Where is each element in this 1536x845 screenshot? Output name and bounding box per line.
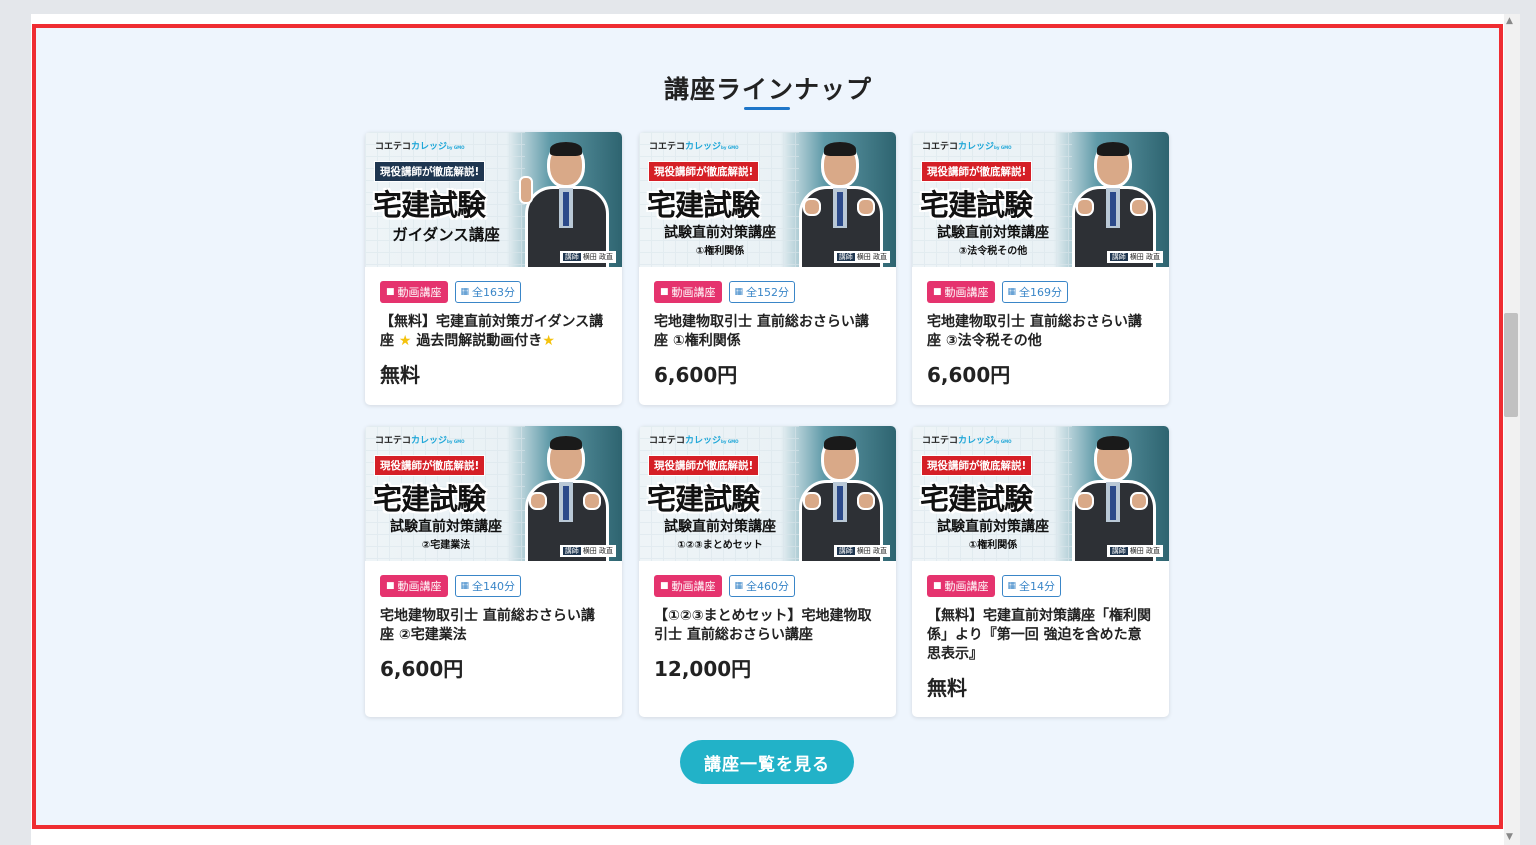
thumbnail-tagline: 現役講師が徹底解説! — [921, 161, 1033, 182]
course-title[interactable]: 【無料】宅建直前対策ガイダンス講座 ★ 過去問解説動画付き★ — [380, 313, 607, 351]
video-course-badge: ■ 動画講座 — [927, 281, 995, 303]
calendar-icon: ▦ — [460, 581, 470, 591]
instructor-photo — [517, 426, 622, 561]
scroll-up-arrow-icon[interactable]: ▲ — [1506, 16, 1513, 26]
thumbnail-main-title: 宅建試験 — [373, 188, 486, 222]
course-card[interactable]: コエテコカレッジby GMO 現役講師が徹底解説! 宅建試験 試験直前対策講座 … — [639, 426, 896, 717]
instructor-caption: 講師 横田 政直 — [833, 545, 890, 557]
thumbnail-tagline: 現役講師が徹底解説! — [648, 161, 760, 182]
course-price: 6,600円 — [927, 363, 1011, 387]
brand-logo: コエテコカレッジby GMO — [375, 142, 465, 152]
course-card[interactable]: コエテコカレッジby GMO 現役講師が徹底解説! 宅建試験 ガイダンス講座 講… — [365, 132, 622, 405]
thumbnail-subtitle: 試験直前対策講座 — [664, 225, 776, 241]
instructor-photo — [1064, 426, 1169, 561]
course-card[interactable]: コエテコカレッジby GMO 現役講師が徹底解説! 宅建試験 試験直前対策講座 … — [912, 426, 1169, 717]
course-price: 12,000円 — [654, 657, 752, 681]
course-card[interactable]: コエテコカレッジby GMO 現役講師が徹底解説! 宅建試験 試験直前対策講座 … — [912, 132, 1169, 405]
thumbnail-tagline: 現役講師が徹底解説! — [374, 455, 486, 476]
thumbnail-subtitle: ガイダンス講座 — [392, 226, 500, 244]
brand-logo: コエテコカレッジby GMO — [649, 436, 739, 446]
video-camera-icon: ■ — [933, 581, 942, 591]
video-course-badge: ■ 動画講座 — [380, 281, 448, 303]
video-camera-icon: ■ — [386, 287, 395, 297]
course-title[interactable]: 【①②③まとめセット】宅地建物取引士 直前総おさらい講座 — [654, 607, 881, 645]
video-course-badge: ■ 動画講座 — [380, 575, 448, 597]
instructor-photo — [517, 132, 622, 267]
video-camera-icon: ■ — [386, 581, 395, 591]
thumbnail-subtitle-2: ①②③まとめセット — [677, 540, 763, 551]
instructor-caption: 講師 横田 政直 — [559, 251, 616, 263]
instructor-caption: 講師 横田 政直 — [559, 545, 616, 557]
thumbnail-subtitle-2: ③法令税その他 — [958, 246, 1028, 257]
course-title[interactable]: 宅地建物取引士 直前総おさらい講座 ①権利関係 — [654, 313, 881, 351]
star-icon: ★ — [398, 333, 412, 349]
thumbnail-main-title: 宅建試験 — [647, 482, 760, 516]
course-thumbnail[interactable]: コエテコカレッジby GMO 現役講師が徹底解説! 宅建試験 試験直前対策講座 … — [639, 132, 896, 267]
brand-logo: コエテコカレッジby GMO — [922, 436, 1012, 446]
thumbnail-subtitle: 試験直前対策講座 — [390, 519, 502, 535]
course-card[interactable]: コエテコカレッジby GMO 現役講師が徹底解説! 宅建試験 試験直前対策講座 … — [365, 426, 622, 717]
video-camera-icon: ■ — [660, 287, 669, 297]
instructor-caption: 講師 横田 政直 — [1106, 251, 1163, 263]
brand-logo: コエテコカレッジby GMO — [649, 142, 739, 152]
video-course-badge: ■ 動画講座 — [927, 575, 995, 597]
thumbnail-main-title: 宅建試験 — [920, 482, 1033, 516]
instructor-photo — [791, 426, 896, 561]
scroll-down-arrow-icon[interactable]: ▼ — [1506, 832, 1513, 842]
section-heading: 講座ラインナップ — [663, 75, 872, 104]
thumbnail-subtitle: 試験直前対策講座 — [664, 519, 776, 535]
video-course-badge: ■ 動画講座 — [654, 575, 722, 597]
star-icon: ★ — [542, 333, 555, 349]
thumbnail-subtitle: 試験直前対策講座 — [937, 519, 1049, 535]
duration-badge: ▦ 全169分 — [1001, 281, 1069, 303]
thumbnail-tagline: 現役講師が徹底解説! — [648, 455, 760, 476]
thumbnail-main-title: 宅建試験 — [647, 188, 760, 222]
duration-badge: ▦ 全163分 — [454, 281, 522, 303]
course-price: 6,600円 — [654, 363, 738, 387]
calendar-icon: ▦ — [460, 287, 470, 297]
brand-logo: コエテコカレッジby GMO — [922, 142, 1012, 152]
instructor-photo — [1064, 132, 1169, 267]
calendar-icon: ▦ — [1007, 287, 1017, 297]
thumbnail-tagline: 現役講師が徹底解説! — [374, 161, 486, 182]
scrollbar-thumb[interactable] — [1504, 313, 1518, 417]
calendar-icon: ▦ — [1007, 581, 1017, 591]
thumbnail-main-title: 宅建試験 — [920, 188, 1033, 222]
course-price: 無料 — [927, 676, 967, 700]
thumbnail-main-title: 宅建試験 — [373, 482, 486, 516]
video-course-badge: ■ 動画講座 — [654, 281, 722, 303]
course-title[interactable]: 【無料】宅建直前対策講座「権利関係」より『第一回 強迫を含めた意思表示』 — [927, 607, 1154, 664]
instructor-photo — [791, 132, 896, 267]
instructor-caption: 講師 横田 政直 — [833, 251, 890, 263]
course-thumbnail[interactable]: コエテコカレッジby GMO 現役講師が徹底解説! 宅建試験 試験直前対策講座 … — [639, 426, 896, 561]
instructor-caption: 講師 横田 政直 — [1106, 545, 1163, 557]
thumbnail-tagline: 現役講師が徹底解説! — [921, 455, 1033, 476]
thumbnail-subtitle: 試験直前対策講座 — [937, 225, 1049, 241]
duration-badge: ▦ 全460分 — [728, 575, 796, 597]
brand-logo: コエテコカレッジby GMO — [375, 436, 465, 446]
course-title[interactable]: 宅地建物取引士 直前総おさらい講座 ②宅建業法 — [380, 607, 607, 645]
duration-badge: ▦ 全14分 — [1001, 575, 1062, 597]
video-camera-icon: ■ — [933, 287, 942, 297]
course-price: 無料 — [380, 363, 420, 387]
thumbnail-subtitle-2: ①権利関係 — [695, 246, 745, 257]
video-camera-icon: ■ — [660, 581, 669, 591]
thumbnail-subtitle-2: ②宅建業法 — [421, 540, 471, 551]
course-title[interactable]: 宅地建物取引士 直前総おさらい講座 ③法令税その他 — [927, 313, 1154, 351]
course-card[interactable]: コエテコカレッジby GMO 現役講師が徹底解説! 宅建試験 試験直前対策講座 … — [639, 132, 896, 405]
heading-underline — [744, 107, 790, 110]
course-thumbnail[interactable]: コエテコカレッジby GMO 現役講師が徹底解説! 宅建試験 ガイダンス講座 講… — [365, 132, 622, 267]
thumbnail-subtitle-2: ①権利関係 — [968, 540, 1018, 551]
course-price: 6,600円 — [380, 657, 464, 681]
calendar-icon: ▦ — [734, 287, 744, 297]
view-all-courses-button[interactable]: 講座一覧を見る — [680, 740, 854, 784]
course-thumbnail[interactable]: コエテコカレッジby GMO 現役講師が徹底解説! 宅建試験 試験直前対策講座 … — [365, 426, 622, 561]
duration-badge: ▦ 全140分 — [454, 575, 522, 597]
duration-badge: ▦ 全152分 — [728, 281, 796, 303]
calendar-icon: ▦ — [734, 581, 744, 591]
course-thumbnail[interactable]: コエテコカレッジby GMO 現役講師が徹底解説! 宅建試験 試験直前対策講座 … — [912, 132, 1169, 267]
vertical-scrollbar[interactable] — [1504, 14, 1520, 845]
course-thumbnail[interactable]: コエテコカレッジby GMO 現役講師が徹底解説! 宅建試験 試験直前対策講座 … — [912, 426, 1169, 561]
